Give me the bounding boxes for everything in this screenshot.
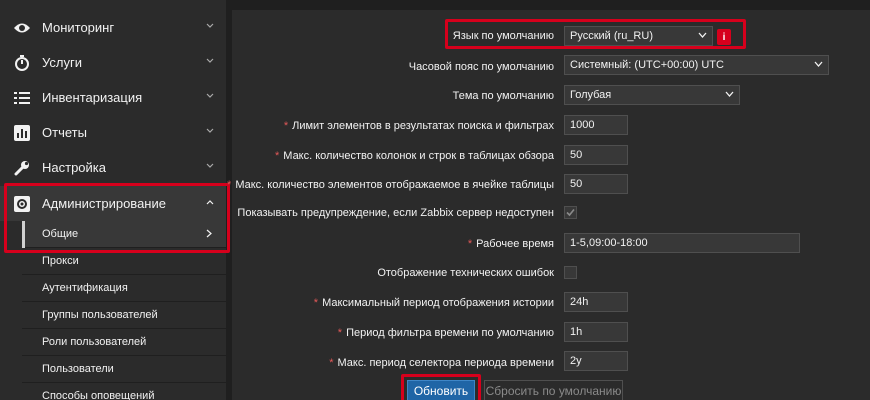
sidebar-item-media-types[interactable]: Способы оповещений: [22, 383, 226, 400]
top-strip: [226, 0, 870, 10]
list-icon: [12, 88, 32, 108]
menu-item-label: Мониторинг: [42, 20, 115, 35]
chart-icon: [12, 123, 32, 143]
theme-value: Голубая: [570, 89, 612, 101]
max-history-label: * Максимальный период отображения истории: [314, 297, 554, 309]
timezone-select[interactable]: Системный: (UTC+00:00) UTC: [564, 55, 829, 75]
language-value: Русский (ru_RU): [570, 30, 653, 42]
reset-defaults-button[interactable]: Сбросить по умолчанию: [484, 380, 623, 400]
sidebar-item-label: Пользователи: [42, 363, 114, 375]
sidebar-item-label: Общие: [42, 228, 79, 240]
work-time-text: Рабочее время: [476, 238, 554, 250]
selected-indicator: [22, 221, 25, 248]
menu-item-label: Инвентаризация: [42, 90, 143, 105]
required-mark: *: [283, 120, 289, 132]
menu-item-configuration[interactable]: Настройка: [0, 150, 226, 185]
max-cell-label: * Макс. количество элементов отображаемое…: [227, 179, 554, 191]
required-mark: *: [275, 150, 280, 162]
sidebar-item-label: Аутентификация: [42, 282, 128, 294]
menu-item-monitoring[interactable]: Мониторинг: [0, 10, 226, 45]
theme-select[interactable]: Голубая: [564, 85, 740, 105]
sidebar-item-proxies[interactable]: Прокси: [22, 248, 226, 275]
sidebar-item-label: Способы оповещений: [42, 390, 155, 400]
max-period-label: * Макс. период селектора периода времени: [329, 357, 554, 369]
clock-icon: [12, 53, 32, 73]
max-overview-input[interactable]: 50: [564, 145, 628, 165]
menu-item-label: Отчеты: [42, 125, 87, 140]
chevron-up-icon: [206, 200, 214, 205]
time-filter-input[interactable]: 1h: [564, 322, 628, 342]
max-cell-input[interactable]: 50: [564, 174, 628, 194]
menu-item-administration[interactable]: Администрирование: [0, 186, 226, 221]
menu-item-label: Услуги: [42, 55, 82, 70]
sidebar-item-label: Группы пользователей: [42, 309, 158, 321]
search-limit-label: * Лимит элементов в результатах поиска и …: [284, 120, 554, 132]
tech-errors-checkbox[interactable]: [564, 266, 577, 279]
required-mark: *: [227, 179, 232, 191]
time-filter-label: * Период фильтра времени по умолчанию: [338, 327, 554, 339]
chevron-right-icon: [206, 229, 212, 238]
chevron-down-icon: [206, 58, 214, 63]
sidebar-item-users[interactable]: Пользователи: [22, 356, 226, 383]
tech-errors-label: Отображение технических ошибок: [377, 267, 554, 279]
update-button[interactable]: Обновить: [407, 380, 475, 400]
max-history-text: Максимальный период отображения истории: [322, 297, 554, 309]
max-period-input[interactable]: 2y: [564, 351, 628, 371]
server-warning-label: Показывать предупреждение, если Zabbix с…: [237, 207, 554, 219]
chevron-down-icon: [725, 91, 734, 97]
chevron-down-icon: [814, 61, 823, 67]
menu-item-services[interactable]: Услуги: [0, 45, 226, 80]
sidebar-item-user-roles[interactable]: Роли пользователей: [22, 329, 226, 356]
timezone-label: Часовой пояс по умолчанию: [408, 61, 554, 73]
server-warning-checkbox[interactable]: [564, 206, 577, 219]
required-mark: *: [313, 297, 319, 309]
max-history-input[interactable]: 24h: [564, 292, 628, 312]
eye-icon: [12, 18, 32, 38]
chevron-down-icon: [206, 128, 214, 133]
required-mark: *: [329, 357, 334, 369]
sidebar-item-label: Прокси: [42, 255, 79, 267]
chevron-down-icon: [206, 93, 214, 98]
language-label: Язык по умолчанию: [452, 30, 554, 42]
language-select[interactable]: Русский (ru_RU): [564, 26, 713, 46]
required-mark: *: [337, 327, 343, 339]
menu-item-label: Настройка: [42, 160, 106, 175]
search-limit-input[interactable]: 1000: [564, 115, 628, 135]
sidebar-item-authentication[interactable]: Аутентификация: [22, 275, 226, 302]
timezone-value: Системный: (UTC+00:00) UTC: [570, 59, 724, 71]
wrench-icon: [12, 158, 32, 178]
required-mark: *: [467, 238, 473, 250]
chevron-down-icon: [206, 23, 214, 28]
max-overview-text: Макс. количество колонок и строк в табли…: [283, 150, 554, 162]
gear-icon: [12, 194, 32, 214]
menu-item-reports[interactable]: Отчеты: [0, 115, 226, 150]
sidebar-item-general[interactable]: Общие: [22, 221, 226, 248]
max-cell-text: Макс. количество элементов отображаемое …: [235, 179, 554, 191]
theme-label: Тема по умолчанию: [452, 90, 554, 102]
sidebar: Мониторинг Услуги Инвентаризация Отчеты …: [0, 0, 230, 400]
chevron-down-icon: [698, 32, 707, 38]
time-filter-text: Период фильтра времени по умолчанию: [346, 327, 554, 339]
work-time-label: * Рабочее время: [468, 238, 554, 250]
sidebar-item-label: Роли пользователей: [42, 336, 147, 348]
max-overview-label: * Макс. количество колонок и строк в табл…: [275, 150, 554, 162]
chevron-down-icon: [206, 163, 214, 168]
work-time-input[interactable]: 1-5,09:00-18:00: [564, 233, 800, 253]
search-limit-text: Лимит элементов в результатах поиска и ф…: [292, 120, 554, 132]
sidebar-item-user-groups[interactable]: Группы пользователей: [22, 302, 226, 329]
menu-item-label: Администрирование: [42, 196, 166, 211]
checkmark-icon: [566, 208, 575, 217]
menu-item-inventory[interactable]: Инвентаризация: [0, 80, 226, 115]
info-icon[interactable]: i: [717, 29, 731, 45]
max-period-text: Макс. период селектора периода времени: [337, 357, 554, 369]
